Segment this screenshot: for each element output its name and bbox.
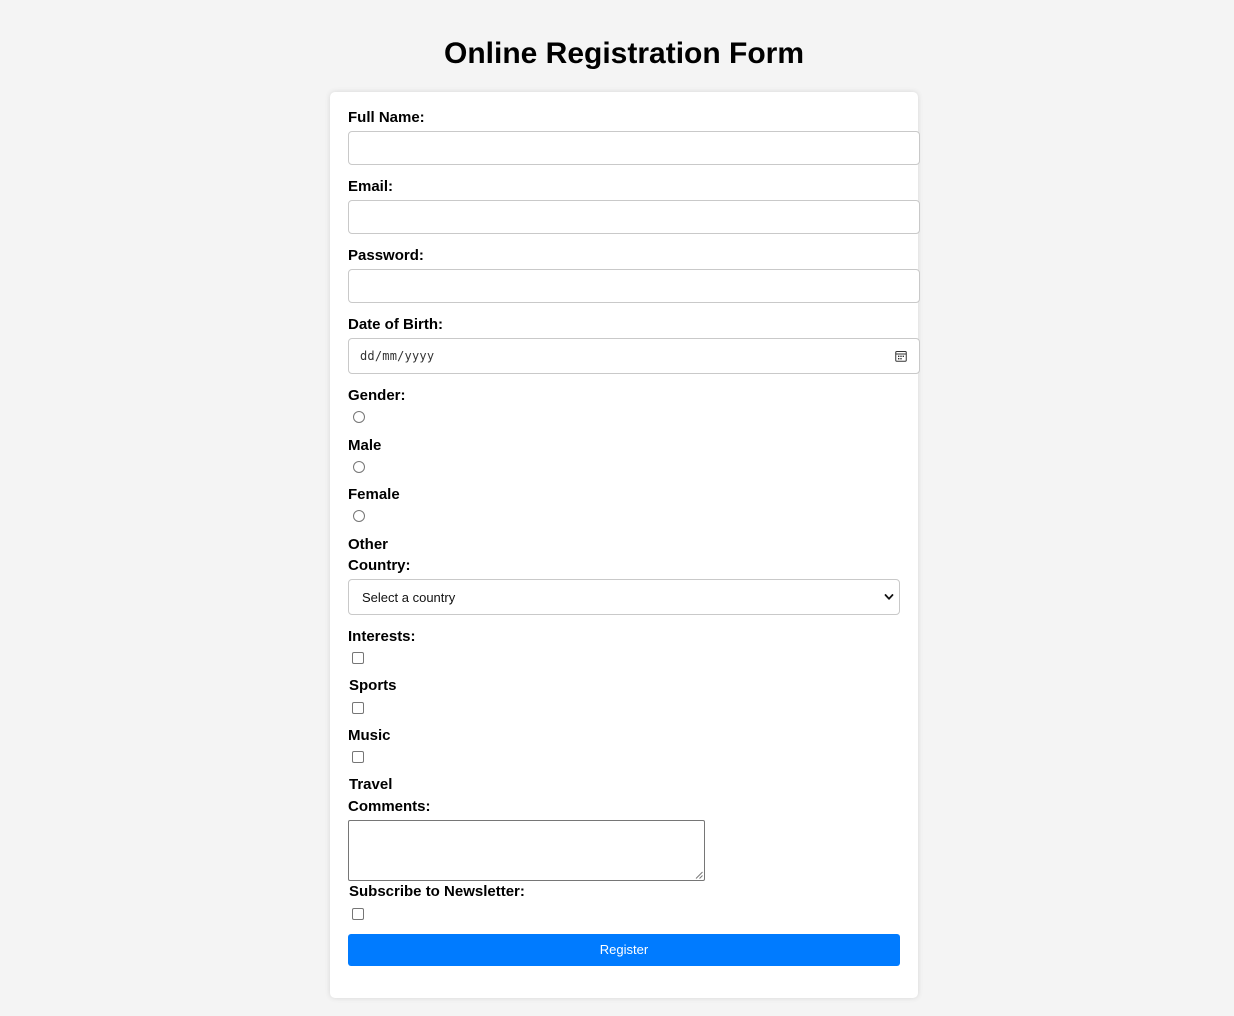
interest-travel-label: Travel (349, 776, 393, 793)
gender-other-radio[interactable] (353, 510, 365, 522)
dob-label: Date of Birth: (348, 316, 443, 333)
full-name-input[interactable] (348, 131, 920, 165)
page-title: Online Registration Form (443, 37, 805, 70)
dob-input[interactable]: dd/mm/yyyy (348, 338, 920, 374)
country-select[interactable]: Select a country (348, 579, 900, 615)
gender-male-label: Male (348, 437, 382, 454)
country-selected-value: Select a country (362, 590, 456, 605)
email-input[interactable] (348, 200, 920, 234)
gender-other-label: Other (348, 536, 389, 553)
interest-sports-checkbox[interactable] (352, 652, 364, 664)
interest-travel-checkbox[interactable] (352, 751, 364, 763)
full-name-label: Full Name: (348, 109, 425, 126)
gender-male-radio[interactable] (353, 411, 365, 423)
gender-female-radio[interactable] (353, 461, 365, 473)
interest-music-checkbox[interactable] (352, 702, 364, 714)
dob-placeholder: dd/mm/yyyy (360, 349, 435, 363)
calendar-icon[interactable] (895, 350, 907, 362)
comments-textarea[interactable] (348, 820, 705, 881)
password-label: Password: (348, 247, 424, 264)
resize-handle-icon[interactable] (695, 871, 703, 879)
newsletter-checkbox[interactable] (352, 908, 364, 920)
chevron-down-icon (884, 594, 894, 600)
email-label: Email: (348, 178, 394, 195)
comments-label: Comments: (348, 798, 431, 815)
password-input[interactable] (348, 269, 920, 303)
interest-music-label: Music (348, 727, 391, 744)
newsletter-label: Subscribe to Newsletter: (349, 883, 525, 900)
register-button[interactable]: Register (348, 934, 900, 966)
gender-female-label: Female (348, 486, 400, 503)
interests-label: Interests: (348, 628, 416, 645)
country-label: Country: (348, 557, 411, 574)
gender-label: Gender: (348, 387, 406, 404)
interest-sports-label: Sports (349, 677, 397, 694)
registration-form: Full Name: Email: Password: Date of Birt… (330, 92, 920, 998)
